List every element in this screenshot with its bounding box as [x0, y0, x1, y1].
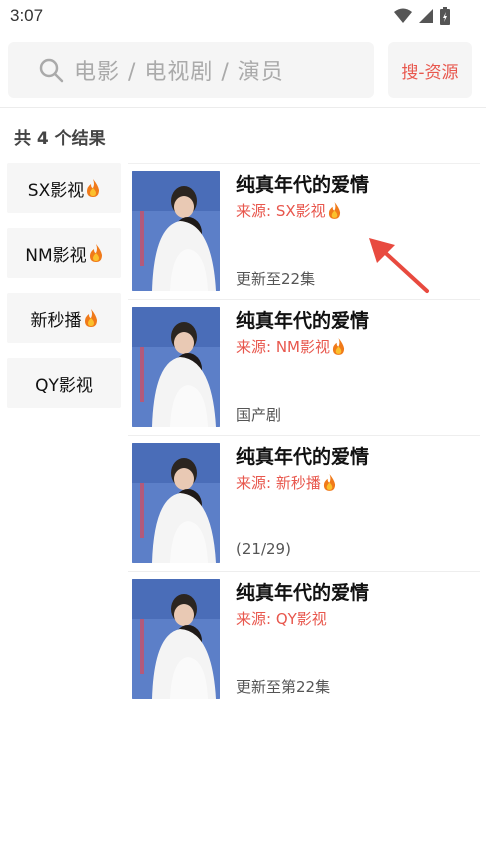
result-source-label: 来源: NM影视 — [236, 338, 330, 356]
result-note: 更新至22集 — [236, 270, 316, 288]
fire-icon — [323, 474, 336, 491]
result-note: (21/29) — [236, 540, 291, 558]
source-item-qy[interactable]: QY影视 — [7, 358, 121, 408]
fire-icon — [84, 309, 98, 327]
source-item-label: SX影视 — [27, 180, 85, 201]
poster-image — [132, 443, 220, 563]
fire-icon — [89, 244, 103, 262]
search-button[interactable]: 搜-资源 — [388, 42, 472, 98]
signal-icon — [419, 9, 433, 23]
source-item-label: QY影视 — [35, 375, 93, 396]
result-title: 纯真年代的爱情 — [236, 174, 370, 196]
result-source: 来源: SX影视 — [236, 200, 341, 221]
poster-image — [132, 171, 220, 291]
result-title: 纯真年代的爱情 — [236, 446, 370, 468]
result-source-label: 来源: SX影视 — [236, 202, 326, 220]
result-source: 来源: QY影视 — [236, 608, 327, 629]
result-note: 国产剧 — [236, 406, 282, 424]
result-card[interactable]: 纯真年代的爱情 来源: 新秒播 (21/29) — [128, 435, 480, 571]
source-item-nm[interactable]: NM影视 — [7, 228, 121, 278]
result-title: 纯真年代的爱情 — [236, 310, 370, 332]
source-item-label: NM影视 — [25, 245, 87, 266]
result-source: 来源: NM影视 — [236, 336, 345, 357]
status-bar: 3:07 — [0, 0, 486, 34]
result-card[interactable]: 纯真年代的爱情 来源: QY影视 更新至第22集 — [128, 571, 480, 707]
result-title: 纯真年代的爱情 — [236, 582, 370, 604]
header-divider — [0, 107, 486, 108]
fire-icon — [332, 338, 345, 355]
search-row: 电影 / 电视剧 / 演员 搜-资源 — [0, 34, 486, 108]
annotation-arrow-icon — [369, 238, 429, 293]
poster-image — [132, 307, 220, 427]
source-item-label: 新秒播 — [30, 310, 82, 331]
result-source-label: 来源: 新秒播 — [236, 474, 321, 492]
result-source: 来源: 新秒播 — [236, 472, 336, 493]
fire-icon — [86, 179, 100, 197]
battery-icon — [440, 7, 450, 25]
search-input[interactable]: 电影 / 电视剧 / 演员 — [8, 42, 374, 98]
fire-icon — [328, 202, 341, 219]
wifi-icon — [394, 8, 412, 23]
status-icons — [394, 7, 450, 25]
source-sidebar: SX影视 NM影视 新秒播 QY影视 — [7, 163, 121, 423]
result-count: 共 4 个结果 — [14, 129, 106, 149]
source-item-sx[interactable]: SX影视 — [7, 163, 121, 213]
search-placeholder: 电影 / 电视剧 / 演员 — [74, 60, 284, 85]
result-note: 更新至第22集 — [236, 678, 331, 696]
source-item-xmb[interactable]: 新秒播 — [7, 293, 121, 343]
result-source-label: 来源: QY影视 — [236, 610, 327, 628]
status-time: 3:07 — [10, 6, 44, 25]
result-card[interactable]: 纯真年代的爱情 来源: NM影视 国产剧 — [128, 299, 480, 435]
search-icon — [38, 57, 64, 83]
poster-image — [132, 579, 220, 699]
